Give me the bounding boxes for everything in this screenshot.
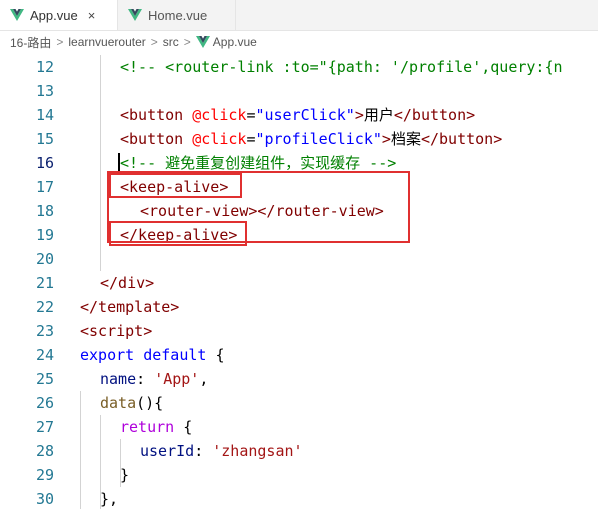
code-line: 12 <!-- <router-link :to="{path: '/profi… xyxy=(0,55,598,79)
breadcrumb-item[interactable]: learnvuerouter xyxy=(68,35,145,49)
tab-label: Home.vue xyxy=(148,7,208,23)
line-number: 24 xyxy=(35,346,54,364)
code-text: <!-- <router-link :to="{path: '/profile'… xyxy=(120,58,563,76)
code-line: 20 xyxy=(0,247,598,271)
highlight-box-keep-alive-close xyxy=(109,221,247,246)
line-number: 30 xyxy=(35,490,54,508)
line-number: 29 xyxy=(35,466,54,484)
line-number: 25 xyxy=(35,370,54,388)
code-text: name: 'App', xyxy=(100,370,209,388)
breadcrumb: 16-路由 > learnvuerouter > src > App.vue xyxy=(0,31,598,53)
code-line: 27 return { xyxy=(0,415,598,439)
code-text: <button @click="userClick">用户</button> xyxy=(120,106,476,124)
line-number: 12 xyxy=(35,58,54,76)
code-text: <script> xyxy=(80,322,153,340)
close-icon[interactable]: × xyxy=(88,8,96,23)
breadcrumb-item[interactable]: src xyxy=(163,35,179,49)
code-text: userId: 'zhangsan' xyxy=(140,442,303,460)
line-number: 19 xyxy=(35,226,54,244)
code-line: 22 </template> xyxy=(0,295,598,319)
code-line: 28 userId: 'zhangsan' xyxy=(0,439,598,463)
code-text: } xyxy=(120,466,130,484)
code-text: return { xyxy=(120,418,193,436)
code-line: 23 <script> xyxy=(0,319,598,343)
code-text: data(){ xyxy=(100,394,164,412)
tab-app-vue[interactable]: App.vue × xyxy=(0,0,118,30)
code-line: 24 export default { xyxy=(0,343,598,367)
code-text: </template> xyxy=(80,298,180,316)
line-number: 27 xyxy=(35,418,54,436)
line-number: 26 xyxy=(35,394,54,412)
line-number: 17 xyxy=(35,178,54,196)
code-text: }, xyxy=(100,490,119,508)
highlight-box-keep-alive-open xyxy=(109,173,242,198)
vue-file-icon xyxy=(128,9,142,21)
code-line: 26 data(){ xyxy=(0,391,598,415)
line-number: 22 xyxy=(35,298,54,316)
line-number: 14 xyxy=(35,106,54,124)
line-number: 13 xyxy=(35,82,54,100)
line-number: 28 xyxy=(35,442,54,460)
code-line: 21 </div> xyxy=(0,271,598,295)
vue-file-icon xyxy=(195,36,210,48)
code-line: 25 name: 'App', xyxy=(0,367,598,391)
code-text: export default { xyxy=(80,346,225,364)
vue-file-icon xyxy=(10,9,24,21)
code-text: <button @click="profileClick">档案</button… xyxy=(120,130,503,148)
code-line: 13 xyxy=(0,79,598,103)
editor-tab-bar: App.vue × Home.vue xyxy=(0,0,598,31)
code-line: 15 <button @click="profileClick">档案</but… xyxy=(0,127,598,151)
tab-label: App.vue xyxy=(30,7,78,23)
line-number: 23 xyxy=(35,322,54,340)
line-number: 16 xyxy=(35,154,54,172)
line-number: 15 xyxy=(35,130,54,148)
code-text: </div> xyxy=(100,274,155,292)
code-line: 29 } xyxy=(0,463,598,487)
chevron-right-icon: > xyxy=(183,35,191,49)
code-line: 14 <button @click="userClick">用户</button… xyxy=(0,103,598,127)
line-number: 18 xyxy=(35,202,54,220)
tab-home-vue[interactable]: Home.vue xyxy=(118,0,236,30)
chevron-right-icon: > xyxy=(150,35,158,49)
breadcrumb-item[interactable]: 16-路由 xyxy=(10,34,51,51)
breadcrumb-item[interactable]: App.vue xyxy=(213,35,257,49)
line-number: 20 xyxy=(35,250,54,268)
line-number: 21 xyxy=(35,274,54,292)
code-editor[interactable]: 12 <!-- <router-link :to="{path: '/profi… xyxy=(0,55,598,509)
chevron-right-icon: > xyxy=(56,35,64,49)
code-line: 30 }, xyxy=(0,487,598,511)
